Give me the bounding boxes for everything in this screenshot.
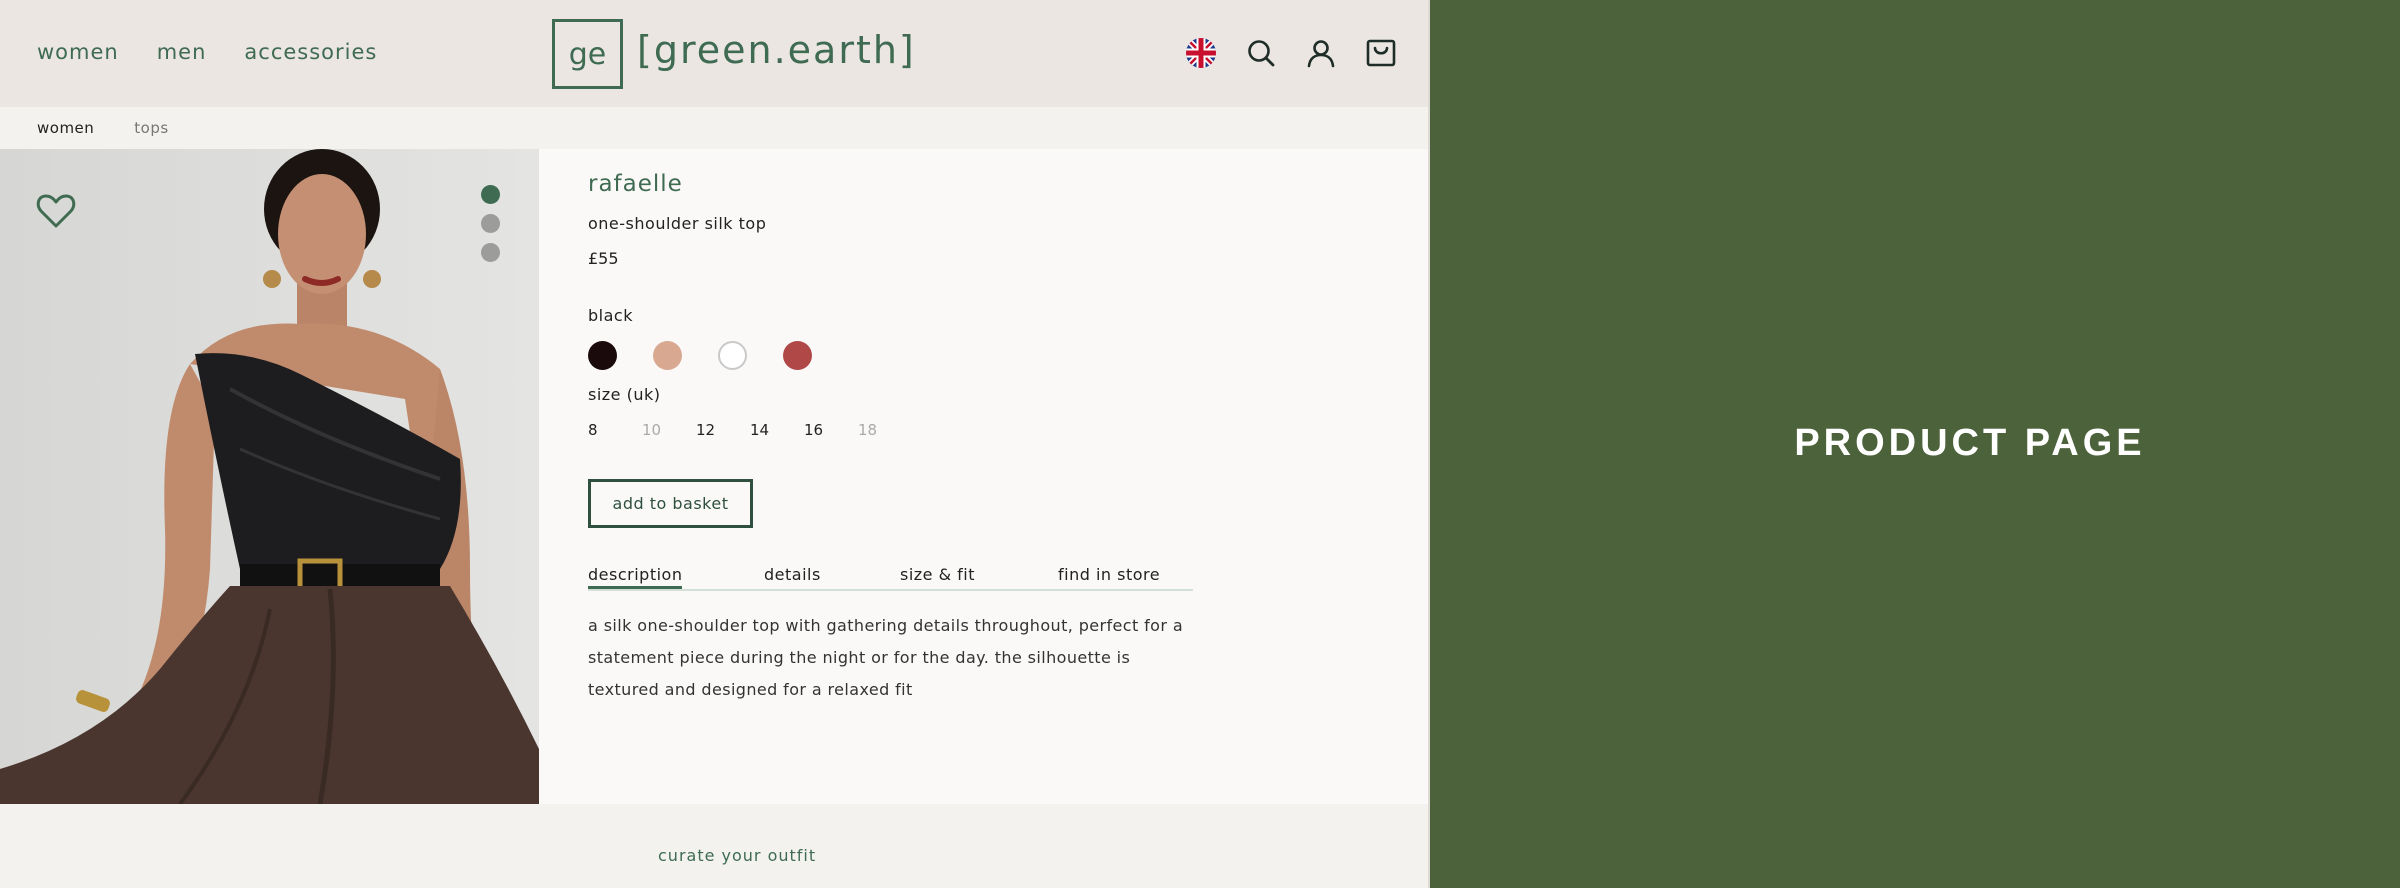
size-10[interactable]: 10	[642, 421, 696, 439]
basket-icon[interactable]	[1364, 36, 1398, 70]
swatch-nude[interactable]	[653, 341, 682, 370]
size-16[interactable]: 16	[804, 421, 858, 439]
gallery-pagination	[481, 185, 500, 262]
size-12[interactable]: 12	[696, 421, 750, 439]
gallery-dot-2[interactable]	[481, 214, 500, 233]
tab-find-in-store[interactable]: find in store	[1058, 565, 1160, 584]
tab-details[interactable]: details	[764, 565, 821, 584]
tab-description[interactable]: description	[588, 565, 683, 589]
size-options: 8 10 12 14 16 18	[588, 421, 912, 439]
tab-size-fit[interactable]: size & fit	[900, 565, 975, 584]
product-brand[interactable]: rafaelle	[588, 171, 683, 197]
nav-accessories[interactable]: accessories	[244, 40, 377, 64]
site-header: women men accessories ge [green.earth]	[0, 0, 1428, 107]
product-tabs: description details size & fit find in s…	[588, 565, 1193, 591]
model-photo-illustration	[0, 149, 539, 804]
logo-mark-text: ge	[568, 36, 607, 72]
nav-women[interactable]: women	[37, 40, 119, 64]
add-to-basket-button[interactable]: add to basket	[588, 479, 753, 528]
product-description: a silk one-shoulder top with gathering d…	[588, 616, 1184, 699]
banner-title: PRODUCT PAGE	[1794, 421, 2146, 464]
logo-text[interactable]: [green.earth]	[637, 28, 916, 72]
search-icon[interactable]	[1244, 36, 1278, 70]
breadcrumb-tops[interactable]: tops	[134, 119, 168, 137]
color-swatches	[588, 341, 812, 370]
title-banner: PRODUCT PAGE	[1430, 0, 2400, 888]
selected-color-label: black	[588, 306, 633, 325]
swatch-red[interactable]	[783, 341, 812, 370]
size-8[interactable]: 8	[588, 421, 642, 439]
gallery-dot-3[interactable]	[481, 243, 500, 262]
product-details: rafaelle one-shoulder silk top £55 black…	[539, 149, 1428, 804]
swatch-white[interactable]	[718, 341, 747, 370]
wishlist-heart-icon[interactable]	[36, 193, 76, 229]
uk-flag-icon[interactable]	[1184, 36, 1218, 70]
breadcrumb-women[interactable]: women	[37, 119, 94, 137]
gallery-dot-1[interactable]	[481, 185, 500, 204]
nav-men[interactable]: men	[157, 40, 207, 64]
header-icons	[1184, 36, 1398, 70]
swatch-black[interactable]	[588, 341, 617, 370]
size-label: size (uk)	[588, 385, 661, 404]
product-image[interactable]	[0, 149, 539, 804]
outfit-section: curate your outfit	[0, 804, 1428, 888]
logo-mark[interactable]: ge	[552, 19, 623, 89]
breadcrumb: women tops	[0, 107, 1428, 149]
user-icon[interactable]	[1304, 36, 1338, 70]
size-18[interactable]: 18	[858, 421, 912, 439]
main-nav: women men accessories	[37, 40, 415, 64]
size-14[interactable]: 14	[750, 421, 804, 439]
product-page-mockup: women men accessories ge [green.earth] w…	[0, 0, 1428, 888]
curate-outfit-link[interactable]: curate your outfit	[658, 846, 816, 865]
product-price: £55	[588, 249, 619, 268]
product-name: one-shoulder silk top	[588, 214, 767, 233]
